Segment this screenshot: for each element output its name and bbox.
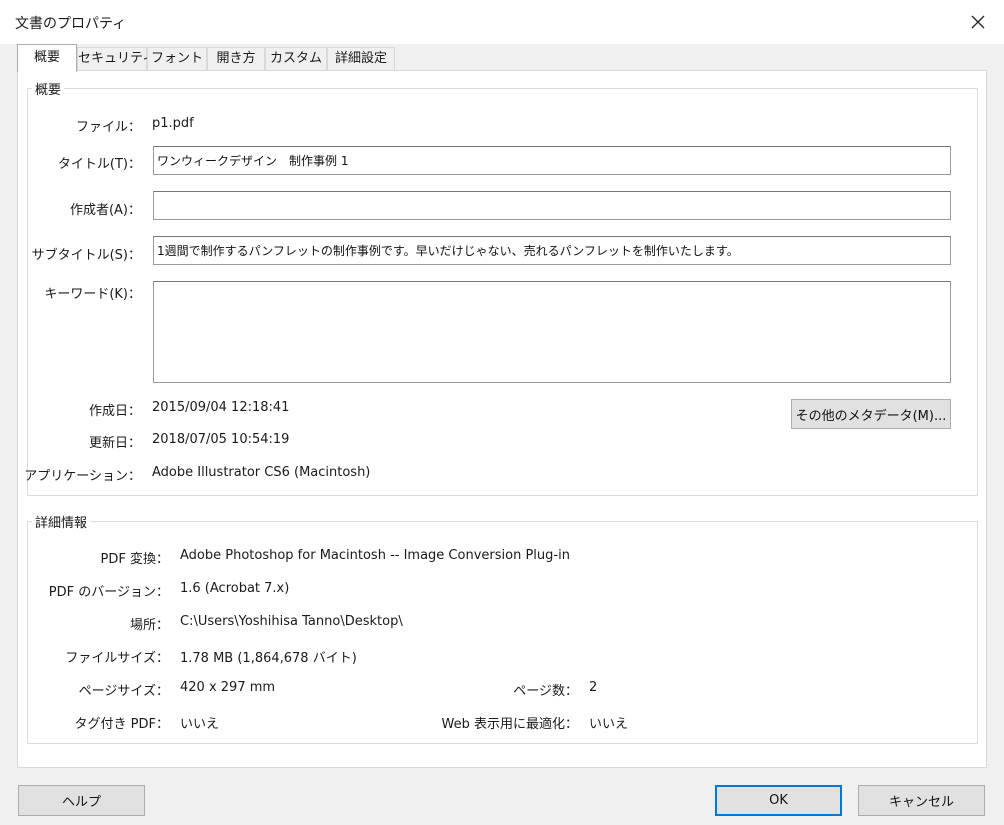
- tab-security[interactable]: セキュリティ: [77, 47, 155, 71]
- tab-initial-view[interactable]: 開き方: [207, 47, 265, 71]
- fast-web-view-value: いいえ: [589, 717, 629, 732]
- file-size-value: 1.78 MB (1,864,678 バイト): [180, 651, 357, 666]
- page-size-value: 420 x 297 mm: [180, 680, 276, 695]
- close-icon: [971, 15, 985, 29]
- author-field[interactable]: [153, 191, 951, 220]
- tagged-pdf-label: タグ付き PDF：: [74, 717, 169, 732]
- help-button[interactable]: ヘルプ: [18, 785, 145, 816]
- page-count-value: 2: [589, 680, 598, 695]
- subject-field[interactable]: [153, 236, 951, 265]
- pdf-version-label: PDF のバージョン：: [48, 585, 169, 600]
- title-field[interactable]: [153, 146, 951, 175]
- keywords-label: キーワード(K)：: [44, 287, 141, 302]
- created-label: 作成日：: [88, 404, 141, 419]
- summary-legend: 概要: [35, 83, 62, 98]
- details-group: 詳細情報: [27, 512, 978, 744]
- application-label: アプリケーション：: [24, 469, 141, 484]
- title-label: タイトル(T)：: [57, 157, 141, 172]
- fast-web-view-label: Web 表示用に最適化：: [441, 717, 578, 732]
- tab-custom[interactable]: カスタム: [265, 47, 327, 71]
- pdf-producer-label: PDF 変換：: [100, 552, 169, 567]
- close-button[interactable]: [962, 6, 994, 38]
- application-value: Adobe Illustrator CS6 (Macintosh): [152, 465, 371, 480]
- created-value: 2015/09/04 12:18:41: [152, 400, 290, 415]
- title-bar: 文書のプロパティ: [0, 0, 1004, 44]
- file-label: ファイル：: [75, 120, 141, 135]
- tab-advanced[interactable]: 詳細設定: [327, 47, 395, 71]
- window-title: 文書のプロパティ: [15, 16, 127, 32]
- modified-label: 更新日：: [88, 436, 141, 451]
- keywords-field[interactable]: [153, 281, 951, 383]
- file-value: p1.pdf: [152, 116, 194, 131]
- tab-summary[interactable]: 概要: [17, 44, 77, 72]
- author-label: 作成者(A)：: [69, 203, 141, 218]
- more-metadata-button[interactable]: その他のメタデータ(M)...: [791, 399, 951, 429]
- location-value: C:\Users\Yoshihisa Tanno\Desktop\: [180, 614, 403, 629]
- pdf-producer-value: Adobe Photoshop for Macintosh -- Image C…: [180, 548, 570, 563]
- modified-value: 2018/07/05 10:54:19: [152, 432, 290, 447]
- details-legend: 詳細情報: [35, 516, 88, 531]
- tab-panel: 概要 詳細情報 ファイル： p1.pdf タイトル(T)： 作成者(A)： サブ…: [17, 70, 987, 768]
- pdf-version-value: 1.6 (Acrobat 7.x): [180, 581, 290, 596]
- page-size-label: ページサイズ：: [78, 684, 169, 699]
- cancel-button[interactable]: キャンセル: [858, 785, 985, 816]
- page-count-label: ページ数：: [513, 684, 578, 699]
- tab-fonts[interactable]: フォント: [147, 47, 207, 71]
- subject-label: サブタイトル(S)：: [31, 248, 141, 263]
- file-size-label: ファイルサイズ：: [65, 651, 169, 666]
- tagged-pdf-value: いいえ: [180, 717, 220, 732]
- location-label: 場所：: [129, 618, 169, 633]
- ok-button[interactable]: OK: [715, 785, 842, 816]
- document-properties-dialog: 文書のプロパティ 概要 セキュリティ フォント 開き方 カスタム 詳細設定 概要…: [0, 0, 1004, 825]
